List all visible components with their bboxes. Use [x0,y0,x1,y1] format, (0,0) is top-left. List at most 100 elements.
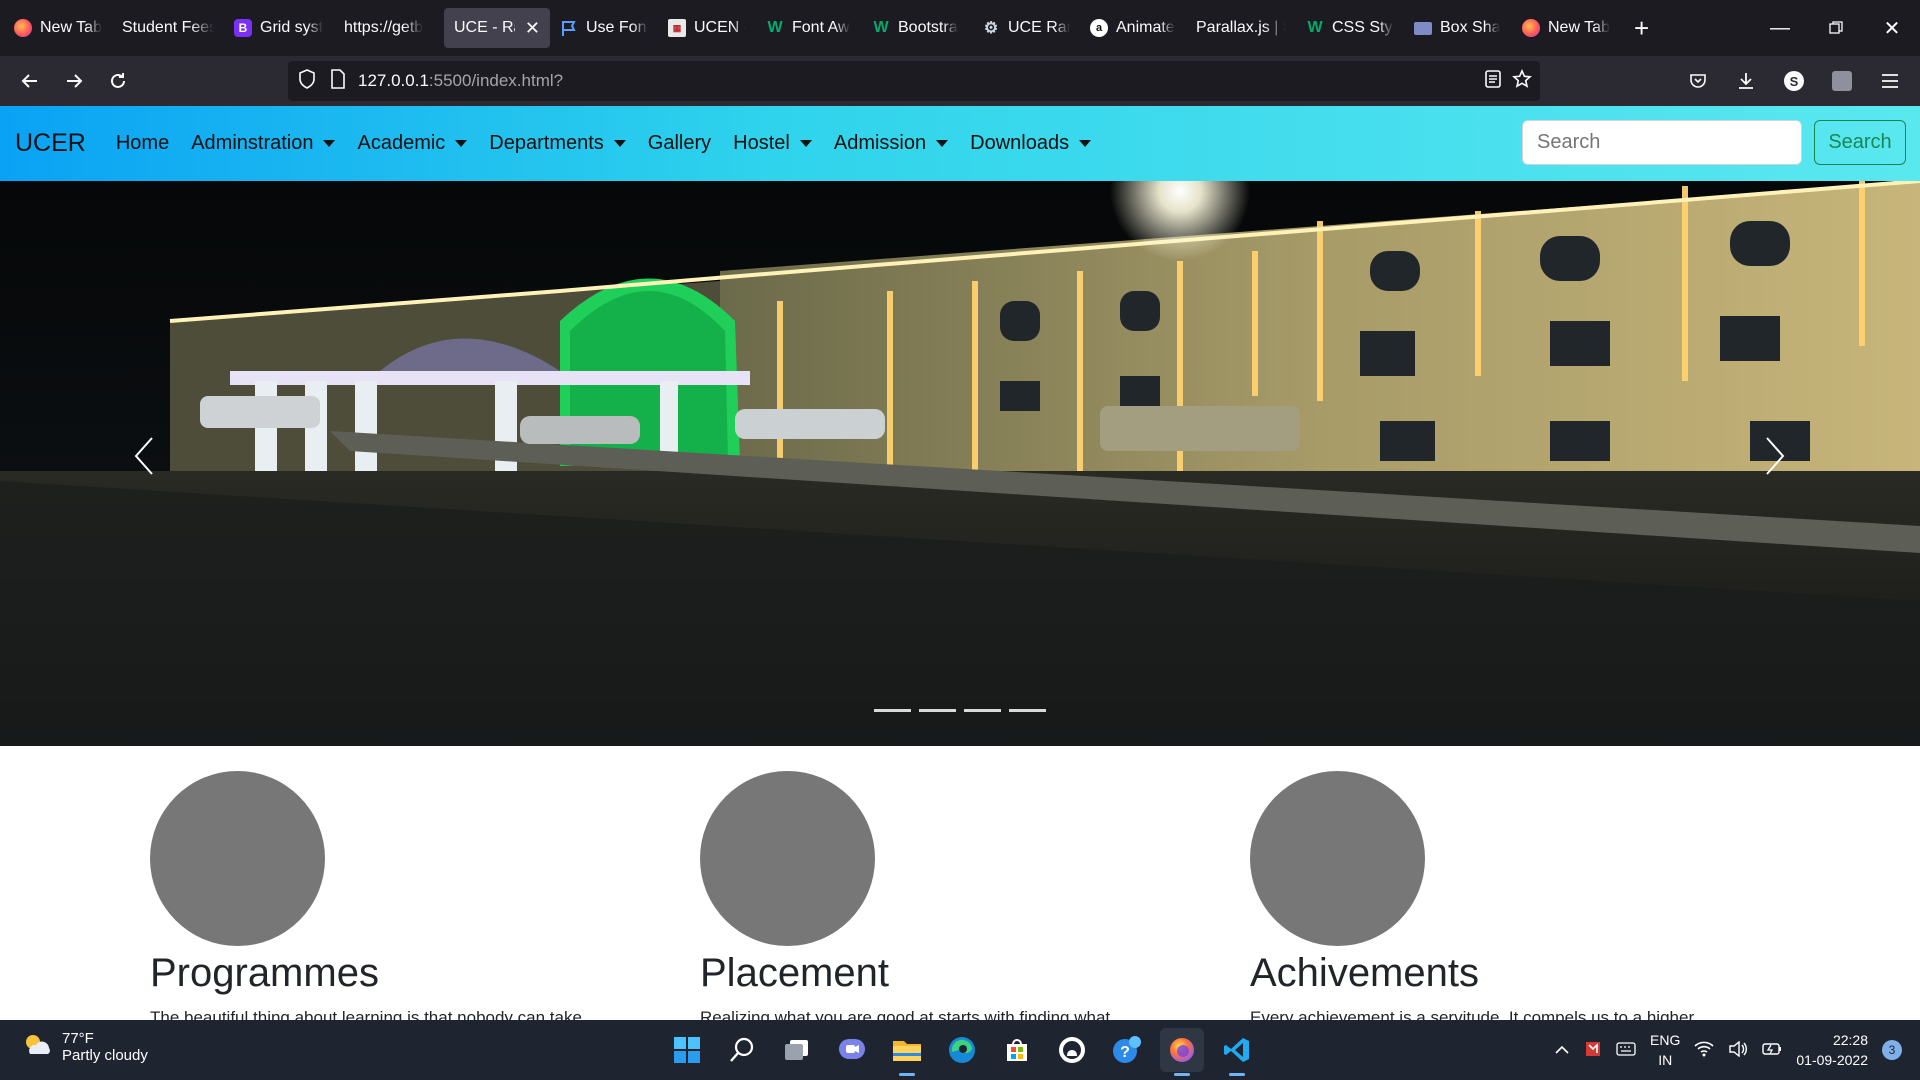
carousel-indicator[interactable] [964,709,1001,712]
minimize-icon[interactable]: — [1752,0,1808,56]
bootstrap-icon: B [234,19,252,37]
firefox-icon [14,19,32,37]
clock-time: 22:28 [1832,1032,1868,1048]
pocket-icon[interactable] [1676,59,1720,103]
firefox-icon [1522,19,1540,37]
feature-achivements: Achivements Every achievement is a servi… [1250,771,1770,1020]
caret-down-icon [799,140,812,147]
microsoft-store-icon[interactable] [995,1028,1039,1072]
clock[interactable]: 22:28 01-09-2022 [1796,1030,1868,1070]
chat-icon[interactable] [830,1028,874,1072]
file-explorer-icon[interactable] [885,1028,929,1076]
keyboard-icon[interactable] [1616,1041,1636,1059]
carousel-indicators [0,709,1920,712]
nav-admission[interactable]: Admission [833,132,949,155]
system-tray: ENG IN 22:28 01-09-2022 3 [1554,1020,1902,1080]
restore-icon[interactable] [1808,0,1864,56]
tab-css-style[interactable]: W CSS Styl [1296,8,1404,48]
tab-new-tab[interactable]: New Tab [4,8,112,48]
urlbar-actions [1484,61,1532,101]
tab-use-font[interactable]: Use Font [550,8,658,48]
tab-uce-ram[interactable]: ⚙ UCE Ran [972,8,1080,48]
box-icon [1414,21,1432,35]
carousel-next-icon[interactable] [1745,421,1805,491]
tab-ucen[interactable]: ▦ UCEN - [658,8,756,48]
extension-icon[interactable] [1820,59,1864,103]
windows-start-icon[interactable] [665,1028,709,1072]
close-window-icon[interactable]: ✕ [1864,0,1920,56]
nav-gallery[interactable]: Gallery [648,132,711,155]
task-view-icon[interactable] [775,1028,819,1072]
tab-uce-active[interactable]: UCE - Ran ✕ [444,8,550,48]
reader-view-icon[interactable] [1484,69,1502,94]
language-code: ENG [1650,1032,1681,1048]
page-icon[interactable] [330,68,346,94]
nav-departments[interactable]: Departments [489,132,626,155]
github-icon[interactable] [1050,1028,1094,1072]
site-navbar: UCER Home Adminstration Academic Departm… [0,106,1920,181]
carousel-indicator[interactable] [1009,709,1046,712]
forward-arrow-icon[interactable] [52,59,96,103]
nav-hostel[interactable]: Hostel [733,132,812,155]
close-tab-icon[interactable]: ✕ [525,18,540,39]
antivirus-icon[interactable] [1584,1040,1602,1061]
search-input[interactable] [1522,120,1802,165]
tab-parallax[interactable]: Parallax.js | S [1186,8,1296,48]
wifi-icon[interactable] [1694,1041,1714,1060]
tab-new-tab-2[interactable]: New Tab [1512,8,1620,48]
url-text: 127.0.0.1:5500/index.html? [358,71,563,91]
chevron-up-icon[interactable] [1554,1042,1570,1058]
feature-title: Achivements [1250,951,1479,995]
account-avatar-icon[interactable]: S [1772,59,1816,103]
nav-academic[interactable]: Academic [357,132,468,155]
tab-animate[interactable]: a Animate [1080,8,1186,48]
input-language[interactable]: ENG IN [1650,1030,1680,1070]
bookmark-star-icon[interactable] [1512,68,1532,94]
tab-box-shadow[interactable]: Box Sha [1404,8,1512,48]
w3schools-icon: W [767,19,783,36]
search-button[interactable]: Search [1814,120,1906,165]
nav-academic-label: Academic [357,132,446,154]
nav-downloads-label: Downloads [970,132,1070,154]
caret-down-icon [613,140,626,147]
feature-title: Programmes [150,951,379,995]
new-tab-plus-icon[interactable]: + [1620,15,1663,41]
nav-home[interactable]: Home [116,132,169,155]
volume-icon[interactable] [1728,1040,1748,1060]
caret-down-icon [323,140,336,147]
nav-downloads[interactable]: Downloads [970,132,1092,155]
svg-text:?: ? [1120,1044,1130,1061]
tab-font-awesome[interactable]: W Font Aw [756,8,862,48]
feature-placement: Placement Realizing what you are good at… [700,771,1220,1020]
reload-icon[interactable] [96,59,140,103]
help-icon[interactable]: ? [1105,1028,1149,1072]
nav-admission-label: Admission [833,132,927,154]
browser-toolbar: 127.0.0.1:5500/index.html? S [0,56,1920,106]
placeholder-circle-image [1250,771,1425,946]
search-icon[interactable] [720,1028,764,1072]
weather-condition: Partly cloudy [62,1047,148,1064]
weather-widget[interactable]: 77°F Partly cloudy [22,1030,148,1064]
site-brand[interactable]: UCER [15,129,86,158]
downloads-icon[interactable] [1724,59,1768,103]
back-arrow-icon[interactable] [8,59,52,103]
notification-badge[interactable]: 3 [1882,1040,1902,1060]
region-code: IN [1658,1052,1673,1068]
caret-down-icon [936,140,949,147]
tab-student-fees[interactable]: Student Fees [112,8,224,48]
carousel-prev-icon[interactable] [114,421,174,491]
nav-adminstration[interactable]: Adminstration [191,132,336,155]
hamburger-menu-icon[interactable] [1868,59,1912,103]
vscode-icon[interactable] [1215,1028,1259,1076]
tab-grid-system[interactable]: B Grid syst [224,8,334,48]
tab-bootstrap[interactable]: W Bootstra [862,8,972,48]
carousel-indicator[interactable] [874,709,911,712]
firefox-icon[interactable] [1160,1028,1204,1076]
weather-temperature: 77°F [62,1030,94,1047]
shield-icon[interactable] [298,68,316,94]
carousel-indicator[interactable] [919,709,956,712]
edge-browser-icon[interactable] [940,1028,984,1072]
address-bar[interactable]: 127.0.0.1:5500/index.html? [288,61,1540,101]
battery-icon[interactable] [1762,1042,1782,1059]
tab-getbootstrap[interactable]: https://getb [334,8,444,48]
